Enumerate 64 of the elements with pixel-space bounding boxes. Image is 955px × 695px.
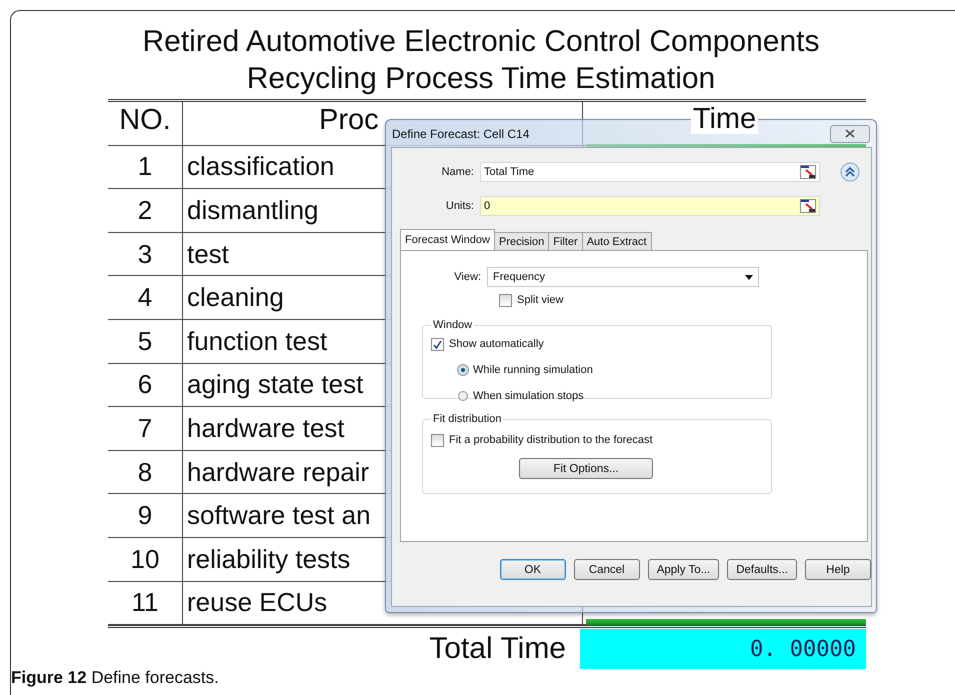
checkbox[interactable] [431,338,444,350]
name-field[interactable]: Total Time [480,162,820,182]
dialog-button[interactable]: OK [500,559,566,580]
table-cell: 1 [138,151,152,182]
checkbox-label: Show automatically [449,338,544,350]
dialog-button[interactable]: Cancel [574,559,640,580]
table-cell: 3 [138,238,152,270]
table-cell: function test [187,326,328,357]
table-cell: 10 [130,544,160,575]
dialog-button[interactable]: Help [805,559,871,580]
table-cell: reliability tests [187,544,350,575]
table-cell: 7 [138,412,152,444]
table-cell: 2 [138,194,152,226]
column-header: NO. [119,104,171,137]
window-title: Define Forecast: Cell C14 [392,126,530,140]
total-value: 0. 00000 [580,629,866,670]
table-cell: 6 [138,369,152,400]
checkbox[interactable] [499,294,512,306]
dialog-button[interactable]: Apply To... [648,559,720,580]
checkbox-label: Split view [517,294,564,306]
table-cell: hardware test [187,412,345,444]
collapse-icon[interactable] [840,162,860,182]
sheet-title: Retired Automotive Electronic Control Components [142,24,820,60]
field-label: View: [453,271,482,283]
table-cell: test [187,238,229,270]
radio-button[interactable] [458,391,468,401]
table-cell: 11 [132,587,158,618]
field-label: Units: [444,200,475,212]
dialog-button[interactable]: Defaults... [727,559,797,580]
table-cell: aging state test [187,369,364,400]
sheet-title: Recycling Process Time Estimation [246,61,716,97]
close-button[interactable] [830,124,870,142]
table-cell: reuse ECUs [187,587,328,618]
checkbox-label: Fit a probability distribution to the forecast [449,434,653,446]
view-dropdown[interactable]: Frequency [487,267,759,287]
tab[interactable]: Auto Extract [582,232,652,250]
tab[interactable]: Filter [548,232,583,250]
table-cell: software test an [187,500,371,532]
figure-caption: Figure 12 Define forecasts. [11,668,219,688]
table-cell: 8 [138,456,152,488]
tab[interactable]: Precision [494,232,550,250]
total-label: Total Time [428,632,567,666]
close-icon [845,129,855,138]
tab[interactable]: Forecast Window [400,229,495,250]
table-cell: classification [187,151,334,182]
table-cell: cleaning [187,282,284,314]
group-title: Fit distribution [431,413,504,425]
table-cell: hardware repair [187,456,370,488]
column-header: Proc [319,104,379,137]
field-label: Name: [440,166,475,178]
cell-reference-icon[interactable] [800,199,816,213]
units-field[interactable]: 0 [480,196,820,216]
checkbox[interactable] [431,434,444,446]
table-cell: dismantling [187,194,319,226]
radio-label: When simulation stops [473,390,584,402]
table-cell: 4 [138,282,152,314]
table-cell: 5 [138,326,152,357]
cell-reference-icon[interactable] [800,165,816,179]
table-cell: 9 [138,500,152,532]
fit-options-button[interactable]: Fit Options... [519,458,653,479]
group-title: Window [431,319,474,331]
radio-label: While running simulation [473,364,593,376]
column-header: Time [690,104,758,134]
dropdown-arrow-icon [745,274,753,280]
